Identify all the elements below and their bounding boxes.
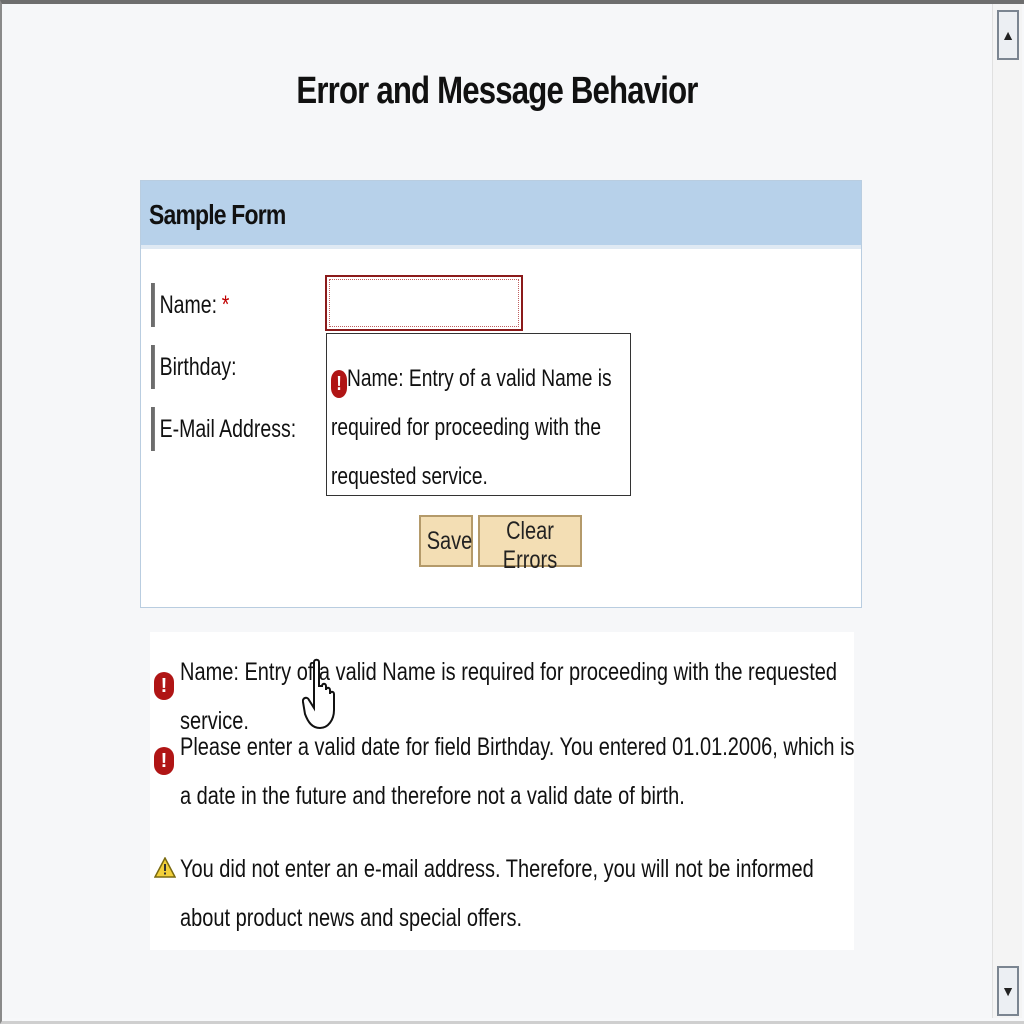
tooltip-text: ! Name: Entry of a valid Name is required… [331, 354, 627, 501]
error-icon: ! [154, 747, 174, 775]
message-text: Please enter a valid date for field Birt… [180, 733, 855, 810]
warning-icon [154, 857, 176, 878]
form-title: Sample Form [149, 199, 286, 230]
page-title: Error and Message Behavior [296, 70, 698, 112]
vertical-scrollbar[interactable]: ▲ ▼ [992, 4, 1022, 1018]
scroll-up-arrow-icon[interactable]: ▲ [997, 10, 1019, 60]
name-label-text: Name: [159, 291, 218, 319]
email-field-label: E-Mail Address: [151, 407, 296, 451]
scroll-down-arrow-icon[interactable]: ▼ [997, 966, 1019, 1016]
error-icon: ! [331, 370, 347, 398]
name-field-label: Name: * [151, 283, 229, 327]
error-icon: ! [154, 672, 174, 700]
clear-errors-button[interactable]: Clear Errors [478, 515, 582, 574]
page-viewport: Error and Message Behavior Sample Form N… [2, 4, 992, 1018]
name-input[interactable] [325, 275, 523, 331]
hand-cursor-icon [302, 658, 335, 730]
form-header: Sample Form [141, 181, 861, 249]
message-text: You did not enter an e-mail address. The… [180, 855, 814, 932]
required-marker: * [221, 291, 230, 319]
tooltip-message: Name: Entry of a valid Name is required … [331, 365, 612, 490]
save-button-label: Save [426, 526, 473, 555]
birthday-field-label: Birthday: [151, 345, 237, 389]
sample-form-panel: Sample Form Name: * Birthday: E-Mail Addr… [140, 180, 862, 608]
save-button[interactable]: Save [419, 515, 473, 567]
clear-errors-button-label: Clear Errors [502, 517, 558, 574]
message-area: ! Name: Entry of a valid Name is require… [150, 632, 855, 950]
name-error-tooltip: ! Name: Entry of a valid Name is required… [326, 333, 631, 496]
